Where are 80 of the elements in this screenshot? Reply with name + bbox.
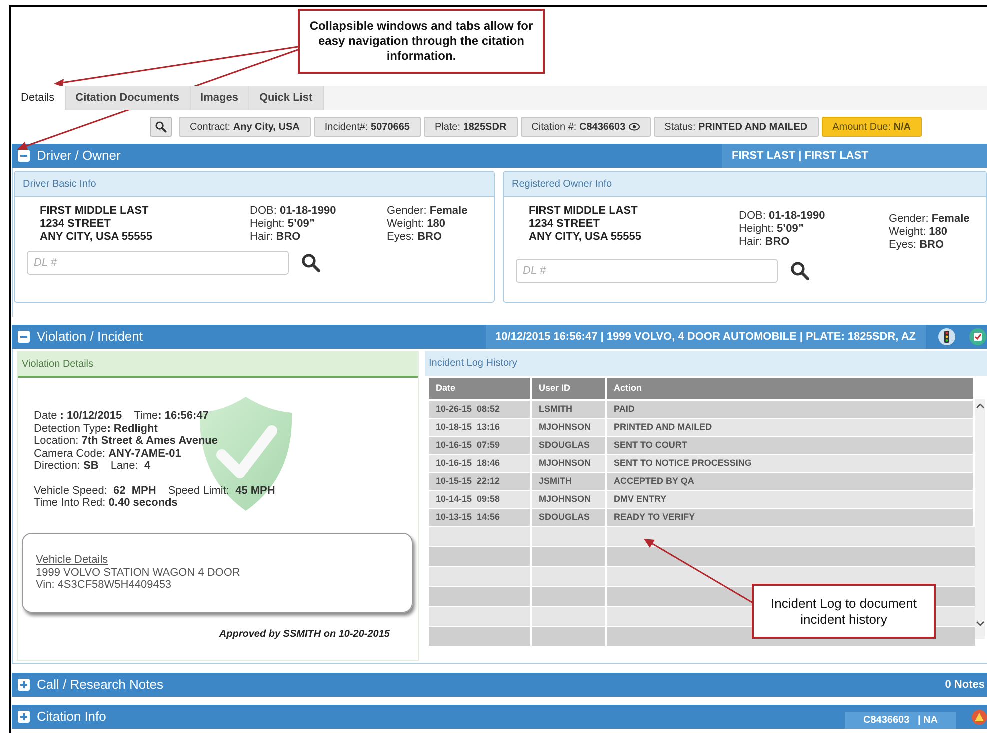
notes-count: 0 Notes [945,678,986,693]
search-icon[interactable] [155,121,167,133]
collapse-icon[interactable] [18,150,30,162]
detail-field: Height: 5’09” [739,223,890,236]
eye-icon[interactable] [628,123,640,131]
section-summary: 10/12/2015 16:56:47 | 1999 VOLVO, 4 DOOR AUTOMOBILE | PLATE: 1825SDR, AZ [486,325,926,349]
panel-title: Violation Details [22,358,94,372]
section-header[interactable]: Driver / Owner FIRST LAST | FIRST LAST [12,144,987,168]
collapse-icon[interactable] [18,331,30,343]
detail-field: Eyes: BRO [387,231,468,244]
section-header[interactable]: Violation / Incident 10/12/2015 16:56:47 | 1999 VOLVO, 4 DOOR AUTOMOBILE | PLATE: 1825SDR, AZ [12,325,987,349]
detail-field: Gender: Female [387,205,468,218]
info-tag: Citation #: C8436603 [520,117,651,137]
violation-field: Time Into Red: 0.40 seconds [34,497,178,510]
violation-field: Direction: SB [34,460,99,472]
column-header[interactable]: Action [607,378,975,399]
column-header[interactable]: User ID [532,378,607,399]
info-tag: Contract: Any City, USA [179,117,311,137]
column-header[interactable]: Date [429,378,532,399]
detail-field: Height: 5’09” [250,218,387,231]
vehicle-details-title: Vehicle Details [36,554,110,566]
address-line: ANY CITY, USA 55555 [529,231,643,244]
callout-text: Collapsible windows and tabs allow for easy navigation through the citation information. [308,19,534,64]
dl-number-field[interactable]: DL # [516,259,778,283]
address-line: FIRST MIDDLE LAST [40,205,150,218]
address-line: ANY CITY, USA 55555 [40,231,154,244]
dl-number-field[interactable]: DL # [27,251,289,275]
detail-field: DOB: 01-18-1990 [739,210,890,223]
panel-title: Incident Log History [429,357,518,371]
expand-icon[interactable] [18,711,30,723]
chevron-up-icon[interactable] [976,403,984,409]
tab[interactable]: Citation Documents [66,86,191,110]
detail-field: DOB: 01-18-1990 [250,205,387,218]
address-line: 1234 STREET [529,218,601,231]
info-tag: Incident#: 5070665 [314,117,421,137]
callout-text: Incident Log to document incident history [770,596,918,628]
violation-field: Lane: 4 [110,460,151,472]
info-tag: Status: PRINTED AND MAILED [654,117,819,137]
panel-title: Driver Basic Info [23,178,96,192]
section-title: Driver / Owner [37,147,121,166]
violation-field: Location: 7th Street & Ames Avenue [34,435,218,448]
search-button[interactable] [150,117,172,137]
violation-field: Camera Code: ANY-7AME-01 [34,448,182,460]
detail-field: Gender: Female [889,213,970,226]
detail-field: Weight: 180 [387,218,468,231]
section-title: Call / Research Notes [37,676,164,694]
section-title: Violation / Incident [37,328,143,346]
checklist-icon[interactable] [969,328,987,346]
violation-field: Time: 16:56:47 [134,410,209,422]
violation-field: Detection Type: Redlight [34,422,158,435]
violation-field: Speed Limit: 45 MPH [168,484,276,497]
chevron-down-icon[interactable] [976,621,984,627]
section-header[interactable]: Citation Info C8436603 | NA [12,705,987,729]
tab[interactable]: Images [190,86,250,110]
detail-field: Hair: BRO [739,236,890,249]
violation-field: Date : 10/12/2015 [34,410,122,422]
address-line: FIRST MIDDLE LAST [529,205,639,218]
detail-field: Weight: 180 [889,226,970,239]
panel-title: Registered Owner Info [512,178,612,192]
info-tag: Amount Due: N/A [822,117,922,137]
search-icon[interactable] [790,261,810,281]
vehicle-detail: Vin: 4S3CF58W5H4409453 [36,579,173,592]
info-tag: Plate: 1825SDR [424,117,518,137]
section-summary: FIRST LAST | FIRST LAST [722,144,987,168]
section-title: Citation Info [37,708,106,726]
address-line: 1234 STREET [40,218,112,231]
search-icon[interactable] [301,253,321,273]
detail-field: Eyes: BRO [889,239,970,252]
vehicle-detail: 1999 VOLVO STATION WAGON 4 DOOR [36,566,242,579]
violation-field: Vehicle Speed: 62 MPH [34,484,156,497]
traffic-light-icon[interactable] [938,328,956,346]
tab[interactable]: Quick List [249,86,324,110]
section-header[interactable]: Call / Research Notes 0 Notes [12,673,987,697]
scrollbar[interactable] [975,399,985,639]
section-summary: C8436603 | NA [845,712,956,728]
tab[interactable]: Details [11,86,66,110]
expand-icon[interactable] [18,679,30,691]
warning-icon[interactable] [972,710,987,724]
approval-note: Approved by SSMITH on 10-20-2015 [219,628,390,642]
detail-field: Hair: BRO [250,231,387,244]
